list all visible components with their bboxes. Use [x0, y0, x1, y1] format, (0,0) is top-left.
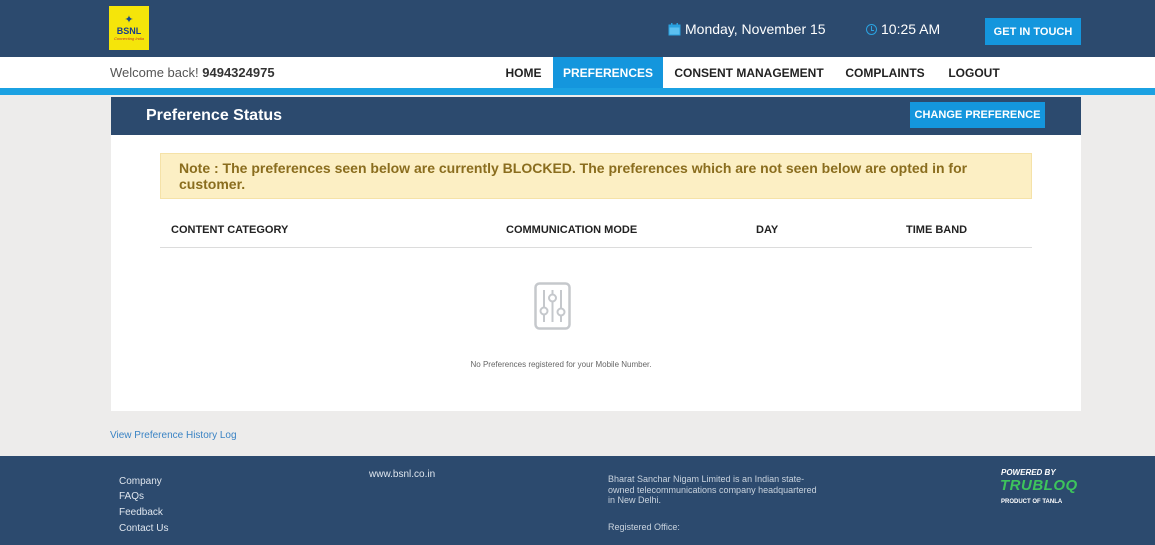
- footer-link-faqs[interactable]: FAQs: [119, 491, 144, 502]
- site-footer: Company FAQs Feedback Contact Us www.bsn…: [0, 456, 1155, 545]
- footer-link-feedback[interactable]: Feedback: [119, 507, 163, 518]
- powered-by-label: POWERED BY: [1001, 468, 1056, 477]
- main-nav: Welcome back! 9494324975 HOME PREFERENCE…: [0, 57, 1155, 88]
- nav-consent-management[interactable]: CONSENT MANAGEMENT: [663, 57, 835, 88]
- top-header: ✦ BSNL Connecting India Monday, November…: [0, 0, 1155, 57]
- date-display: Monday, November 15: [668, 16, 826, 42]
- sliders-icon: [534, 282, 571, 330]
- bsnl-logo[interactable]: ✦ BSNL Connecting India: [109, 6, 149, 50]
- empty-state-message: No Preferences registered for your Mobil…: [470, 360, 652, 369]
- logo-tagline: Connecting India: [113, 36, 145, 41]
- column-time-band: TIME BAND: [906, 224, 968, 236]
- user-mobile-number: 9494324975: [202, 65, 275, 80]
- clock-icon: [866, 23, 877, 35]
- time-display: 10:25 AM: [866, 16, 940, 42]
- footer-website-link[interactable]: www.bsnl.co.in: [369, 469, 435, 480]
- nav-complaints[interactable]: COMPLAINTS: [835, 57, 935, 88]
- footer-link-contact-us[interactable]: Contact Us: [119, 523, 168, 534]
- card-header: Preference Status CHANGE PREFERENCE: [111, 97, 1081, 135]
- nav-divider: [0, 88, 1155, 95]
- logo-name: BSNL: [116, 26, 142, 36]
- column-day: DAY: [756, 224, 779, 236]
- nav-preferences[interactable]: PREFERENCES: [553, 57, 663, 88]
- welcome-message: Welcome back! 9494324975: [110, 65, 275, 80]
- nav-logout[interactable]: LOGOUT: [935, 57, 1013, 88]
- footer-link-company[interactable]: Company: [119, 476, 162, 487]
- footer-about-text: Bharat Sanchar Nigam Limited is an India…: [608, 474, 817, 505]
- logo-mark-icon: ✦: [124, 14, 134, 26]
- date-text: Monday, November 15: [685, 21, 826, 37]
- calendar-icon: [668, 22, 681, 35]
- blocked-note: Note : The preferences seen below are cu…: [160, 153, 1032, 199]
- table-header-divider: [160, 247, 1032, 248]
- column-content-category: CONTENT CATEGORY: [171, 224, 289, 236]
- welcome-prefix: Welcome back!: [110, 65, 203, 80]
- get-in-touch-button[interactable]: GET IN TOUCH: [985, 18, 1081, 45]
- preference-status-card: Preference Status CHANGE PREFERENCE Note…: [111, 97, 1081, 411]
- nav-home[interactable]: HOME: [494, 57, 553, 88]
- card-title: Preference Status: [146, 107, 283, 124]
- change-preference-button[interactable]: CHANGE PREFERENCE: [910, 102, 1045, 128]
- time-text: 10:25 AM: [881, 21, 941, 37]
- trubloq-subtitle: PRODUCT OF TANLA: [1001, 499, 1063, 505]
- footer-registered-office: Registered Office:: [608, 522, 680, 532]
- preference-history-link[interactable]: View Preference History Log: [110, 430, 237, 441]
- column-communication-mode: COMMUNICATION MODE: [506, 224, 638, 236]
- trubloq-logo[interactable]: TRUBLOQ: [1000, 477, 1078, 494]
